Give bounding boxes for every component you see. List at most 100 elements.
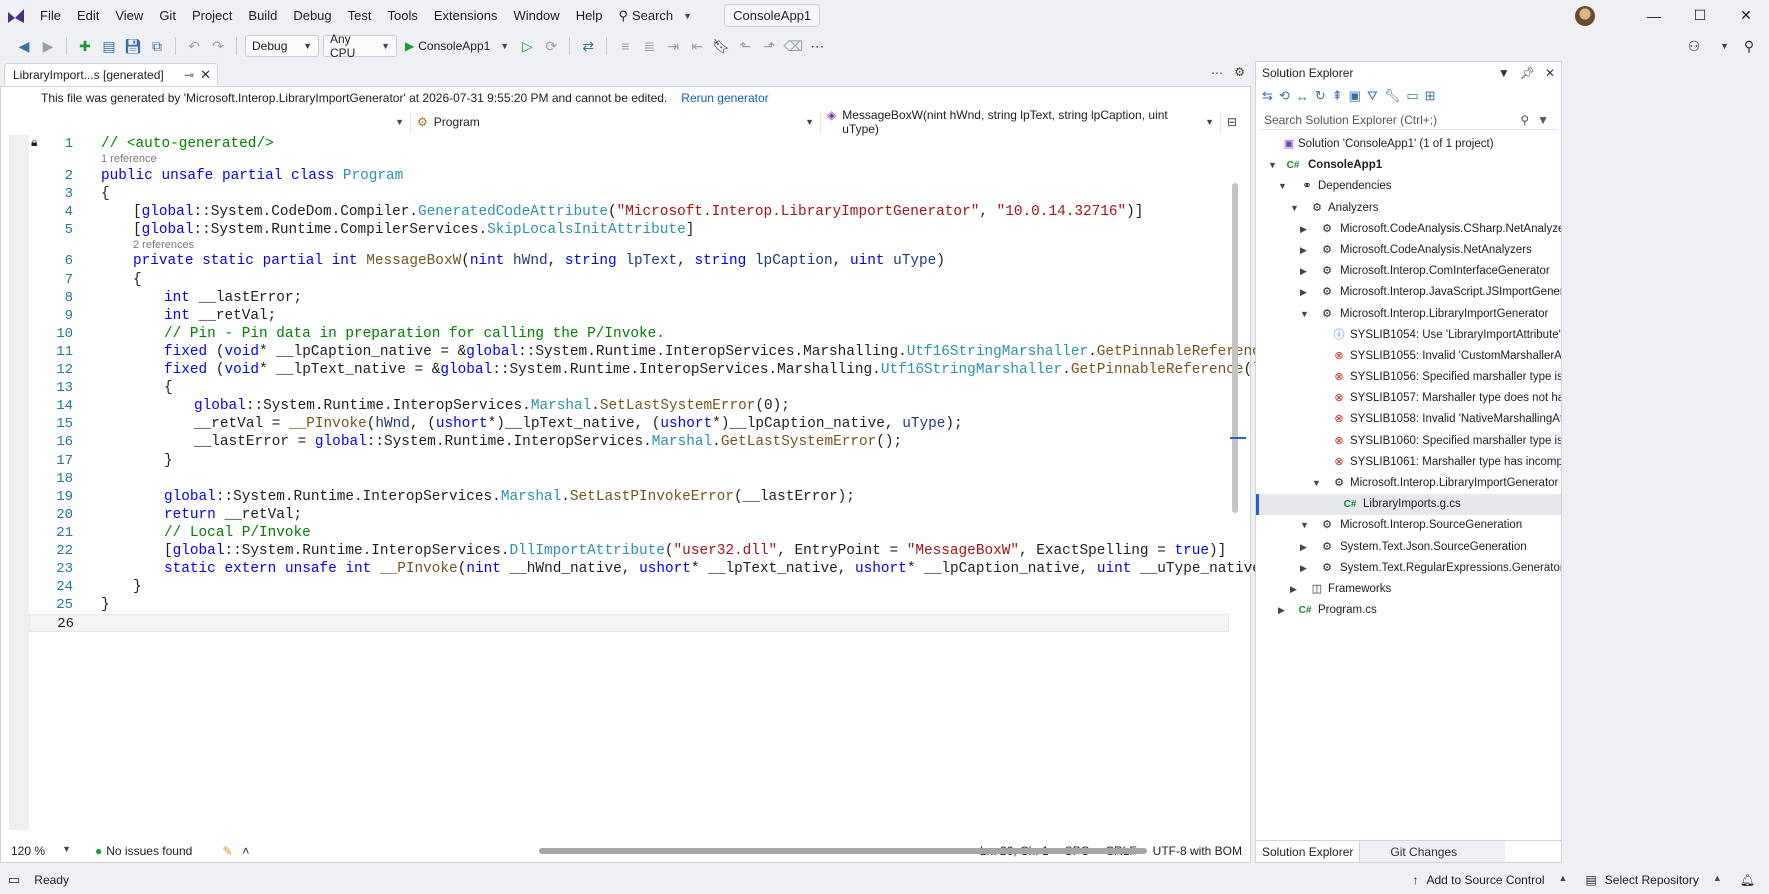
navigate-forward-icon[interactable]: ▶: [38, 36, 58, 56]
configuration-select[interactable]: Debug ▼: [245, 35, 319, 57]
tree-item-dependencies[interactable]: ▼ ⚭ Dependencies: [1256, 176, 1561, 197]
code-lens[interactable]: 1 reference: [29, 153, 1229, 167]
tree-item-analyzer[interactable]: ▼ ⚙ Microsoft.Interop.SourceGeneration: [1256, 515, 1561, 536]
tree-item-generator[interactable]: ▼ ⚙ Microsoft.Interop.LibraryImportGenerat…: [1256, 473, 1561, 494]
tree-item-generated-file[interactable]: C# LibraryImports.g.cs: [1256, 494, 1561, 516]
chevron-down-icon[interactable]: ▼: [1537, 113, 1549, 127]
prev-bookmark-icon[interactable]: ⬑: [735, 36, 755, 56]
tree-item-analyzer[interactable]: ▶ ⚙ Microsoft.Interop.JavaScript.JSImportG…: [1256, 282, 1561, 303]
tree-item-analyzer[interactable]: ▶ ⚙ Microsoft.CodeAnalysis.NetAnalyzers: [1256, 240, 1561, 261]
menu-git[interactable]: Git: [151, 0, 184, 31]
show-all-files-icon[interactable]: ▣: [1349, 88, 1361, 104]
code-lens[interactable]: 2 references: [29, 239, 1229, 253]
tab-solution-explorer[interactable]: Solution Explorer: [1256, 841, 1361, 862]
code-cleanup-icon[interactable]: ✎: [222, 844, 232, 858]
indent-icon[interactable]: ⇥: [663, 36, 683, 56]
outdent-icon[interactable]: ⇤: [687, 36, 707, 56]
save-all-icon[interactable]: ⧉: [147, 36, 167, 56]
zoom-select[interactable]: 120 % ▼: [11, 844, 71, 858]
next-bookmark-icon[interactable]: ⬏: [759, 36, 779, 56]
split-editor-icon[interactable]: ⊟: [1227, 115, 1237, 129]
tree-item-program-cs[interactable]: ▶ C# Program.cs: [1256, 600, 1561, 621]
menu-file[interactable]: File: [32, 0, 69, 31]
copilot-icon[interactable]: ⚇: [1684, 36, 1704, 56]
chevron-down-icon[interactable]: ▼: [1720, 41, 1729, 51]
tree-item-diagnostic[interactable]: ⓘ SYSLIB1054: Use 'LibraryImportAttribute…: [1256, 325, 1562, 346]
chevron-down-icon[interactable]: ▼: [1498, 66, 1510, 80]
close-window-button[interactable]: ✕: [1723, 0, 1769, 31]
tree-item-diagnostic[interactable]: ⊗ SYSLIB1056: Specified marshaller type i…: [1256, 367, 1561, 388]
pin-icon[interactable]: ⊸: [184, 68, 194, 82]
tree-item-diagnostic[interactable]: ⊗ SYSLIB1060: Specified marshaller type i…: [1256, 431, 1561, 452]
filter-icon[interactable]: ⛛: [1367, 88, 1378, 104]
gear-icon[interactable]: ⚙: [1234, 65, 1245, 79]
navigate-back-icon[interactable]: ◀: [14, 36, 34, 56]
file-encoding[interactable]: UTF-8 with BOM: [1153, 844, 1242, 858]
notifications-icon[interactable]: 🔔︎: [1740, 873, 1755, 887]
add-to-source-control-button[interactable]: ↑ Add to Source Control ▲: [1412, 873, 1567, 887]
open-file-icon[interactable]: ▤: [99, 36, 119, 56]
bookmark-icon[interactable]: 🔖︎: [711, 36, 731, 56]
tree-item-diagnostic[interactable]: ⊗SYSLIB1055: Invalid 'CustomMarshallerAt…: [1256, 346, 1561, 367]
refresh-icon[interactable]: ↻: [1315, 88, 1326, 104]
menu-test[interactable]: Test: [340, 0, 380, 31]
close-tab-icon[interactable]: ✕: [200, 67, 211, 83]
solution-explorer-search[interactable]: Search Solution Explorer (Ctrl+;) ⚲ ▼: [1260, 110, 1557, 130]
start-debugging-button[interactable]: ▶ ConsoleApp1 ▼: [401, 39, 513, 53]
tree-item-analyzer[interactable]: ▶ ⚙ Microsoft.CodeAnalysis.CSharp.NetAnaly…: [1256, 219, 1561, 240]
menu-window[interactable]: Window: [505, 0, 567, 31]
tree-item-frameworks[interactable]: ▶ ◫ Frameworks: [1256, 579, 1561, 600]
tree-item-diagnostic[interactable]: ⊗ SYSLIB1057: Marshaller type does not ha…: [1256, 388, 1561, 409]
code-area[interactable]: 🔒︎ 1// <auto-generated/> 1 reference 2 pu…: [1, 135, 1373, 830]
menu-tools[interactable]: Tools: [379, 0, 425, 31]
vertical-scrollbar[interactable]: [1232, 183, 1238, 513]
overflow-icon[interactable]: ⋯: [807, 36, 827, 56]
type-nav-select[interactable]: ⚙ Program ▼: [411, 112, 821, 132]
tab-overflow-icon[interactable]: ⋯: [1211, 66, 1223, 80]
visual-studio-logo-icon[interactable]: [0, 0, 32, 31]
tree-item-project[interactable]: ▼ C# ConsoleApp1: [1256, 155, 1561, 176]
collapse-all-icon[interactable]: ⇞: [1332, 88, 1343, 104]
menu-view[interactable]: View: [107, 0, 151, 31]
tab-git-changes[interactable]: Git Changes: [1360, 841, 1506, 862]
menu-help[interactable]: Help: [568, 0, 611, 31]
search-menu[interactable]: ⚲ Search ▼: [610, 8, 700, 24]
chevron-up-icon[interactable]: ˄: [242, 844, 249, 858]
clear-bookmarks-icon[interactable]: ⌫: [783, 36, 803, 56]
menu-extensions[interactable]: Extensions: [426, 0, 506, 31]
uncomment-icon[interactable]: ≣: [639, 36, 659, 56]
tree-item-diagnostic[interactable]: ⊗SYSLIB1061: Marshaller type has incompa…: [1256, 452, 1561, 473]
tree-item-analyzer[interactable]: ▶ ⚙ Microsoft.Interop.ComInterfaceGenerato…: [1256, 261, 1561, 282]
menu-build[interactable]: Build: [240, 0, 285, 31]
horizontal-scrollbar[interactable]: [539, 848, 1148, 854]
rerun-generator-link[interactable]: Rerun generator: [681, 91, 768, 105]
document-tab[interactable]: LibraryImport...s [generated] ⊸ ✕: [4, 63, 218, 86]
issues-indicator[interactable]: ● No issues found: [95, 844, 192, 858]
tree-item-diagnostic[interactable]: ⊗ SYSLIB1058: Invalid 'NativeMarshallingA…: [1256, 409, 1561, 430]
tree-item-analyzer[interactable]: ▼ ⚙ Microsoft.Interop.LibraryImportGenerat…: [1256, 304, 1561, 325]
menu-project[interactable]: Project: [184, 0, 240, 31]
maximize-button[interactable]: ☐: [1677, 0, 1723, 31]
project-nav-select[interactable]: ▼: [1, 112, 411, 132]
redo-icon[interactable]: ↷: [208, 36, 228, 56]
person-icon[interactable]: ⚲: [1739, 36, 1759, 56]
sync-icon[interactable]: ↔: [1296, 89, 1309, 104]
menu-debug[interactable]: Debug: [285, 0, 339, 31]
minimize-button[interactable]: —: [1631, 0, 1677, 31]
close-icon[interactable]: ✕: [1545, 66, 1555, 80]
switch-views-icon[interactable]: ⇆: [1262, 88, 1273, 104]
tree-item-analyzer[interactable]: ▶ ⚙ System.Text.Json.SourceGeneration: [1256, 537, 1561, 558]
save-icon[interactable]: 💾︎: [123, 36, 143, 56]
menu-edit[interactable]: Edit: [69, 0, 107, 31]
new-project-icon[interactable]: ✚: [75, 36, 95, 56]
history-icon[interactable]: ⟲: [1279, 88, 1290, 104]
tree-item-analyzer[interactable]: ▶ ⚙ System.Text.RegularExpressions.Generat…: [1256, 558, 1561, 579]
avatar[interactable]: [1575, 5, 1595, 26]
solution-name-badge[interactable]: ConsoleApp1: [724, 4, 821, 27]
comment-icon[interactable]: ≡: [615, 36, 635, 56]
platform-select[interactable]: Any CPU ▼: [323, 32, 397, 60]
select-repository-button[interactable]: ▤ Select Repository ▲: [1585, 873, 1721, 887]
start-without-debugging-icon[interactable]: ▷: [517, 36, 537, 56]
tree-item-analyzers[interactable]: ▼ ⚙ Analyzers: [1256, 198, 1561, 219]
browser-link-icon[interactable]: ⇄: [578, 36, 598, 56]
